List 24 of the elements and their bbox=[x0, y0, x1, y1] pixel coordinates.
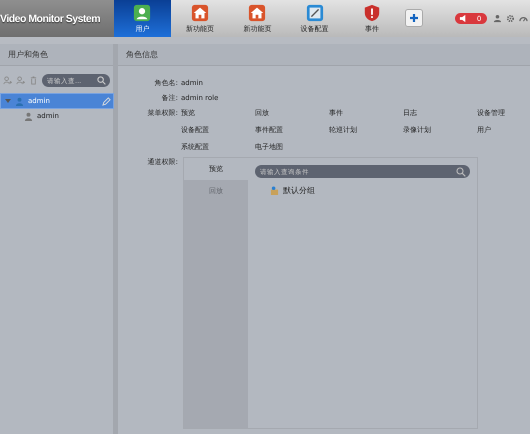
speaker-icon bbox=[458, 14, 468, 23]
user-icon bbox=[24, 112, 33, 120]
panel-title: 角色信息 bbox=[118, 44, 530, 66]
config-icon bbox=[306, 4, 324, 22]
settings-icon[interactable] bbox=[506, 14, 516, 23]
shield-alert-icon bbox=[363, 4, 382, 22]
house-icon bbox=[190, 4, 209, 22]
tree-item[interactable]: 默认分组 bbox=[283, 185, 315, 196]
plus-icon bbox=[408, 13, 419, 23]
panel-title: 用户和角色 bbox=[0, 44, 113, 66]
house-icon bbox=[248, 4, 266, 22]
add-button[interactable] bbox=[404, 9, 423, 27]
app-title: Video Monitor System bbox=[0, 0, 114, 37]
group-icon bbox=[270, 186, 279, 195]
gauge-icon[interactable] bbox=[519, 14, 528, 23]
add-user-icon[interactable] bbox=[16, 76, 25, 85]
user-icon[interactable] bbox=[493, 14, 502, 23]
add-user-icon[interactable] bbox=[3, 76, 12, 85]
user-icon bbox=[133, 4, 152, 22]
search-icon bbox=[456, 167, 466, 177]
pencil-icon[interactable] bbox=[102, 96, 111, 106]
caret-icon[interactable] bbox=[5, 98, 11, 104]
trash-icon[interactable] bbox=[29, 76, 38, 85]
search-icon bbox=[97, 76, 106, 85]
